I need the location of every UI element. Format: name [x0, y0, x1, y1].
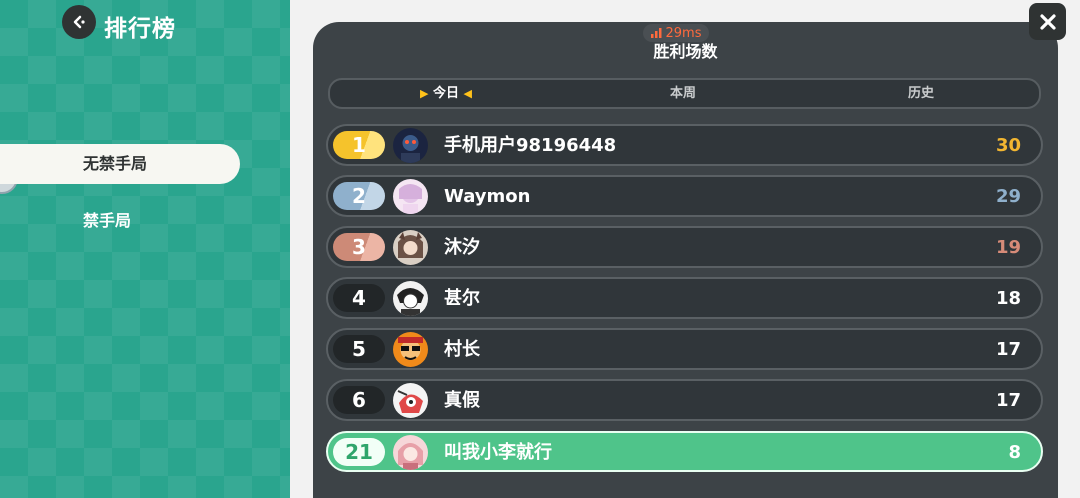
tab-today[interactable]: ▶ 今日 ◀ [420, 80, 472, 107]
avatar [393, 230, 428, 265]
sidebar: 排行榜 22 无禁手局 禁手局 [0, 0, 290, 498]
rank-badge: 6 [333, 386, 385, 414]
player-score: 8 [1008, 442, 1021, 463]
back-button[interactable] [62, 5, 96, 39]
player-score: 30 [995, 135, 1021, 156]
avatar [393, 128, 428, 163]
rank-badge: 21 [333, 438, 385, 466]
avatar [393, 332, 428, 367]
leaderboard-row[interactable]: 6 真假 17 [326, 379, 1043, 421]
player-name: 真假 [444, 390, 480, 411]
leaderboard-row[interactable]: 5 村长 17 [326, 328, 1043, 370]
avatar [393, 281, 428, 316]
player-score: 17 [995, 390, 1021, 411]
rank-badge: 5 [333, 335, 385, 363]
page-title: 排行榜 [104, 16, 176, 42]
avatar [393, 383, 428, 418]
avatar [393, 435, 428, 470]
player-score: 19 [995, 237, 1021, 258]
period-tabs: ▶ 今日 ◀ 本周 历史 [328, 78, 1041, 109]
rank-badge: 4 [333, 284, 385, 312]
rank-badge: 1 [333, 131, 385, 159]
tab-history[interactable]: 历史 [908, 80, 934, 107]
my-rank-row[interactable]: 21 叫我小李就行 8 [326, 431, 1043, 472]
mode-tab-restriction[interactable]: 禁手局 [83, 207, 131, 231]
rank-badge: 3 [333, 233, 385, 261]
player-name: 沐汐 [444, 237, 480, 258]
player-name: Waymon [444, 186, 531, 207]
player-name: 手机用户98196448 [444, 135, 617, 156]
leaderboard-row[interactable]: 4 甚尔 18 [326, 277, 1043, 319]
player-score: 17 [995, 339, 1021, 360]
player-score: 29 [995, 186, 1021, 207]
tab-week[interactable]: 本周 [670, 80, 696, 107]
close-icon [1039, 13, 1056, 30]
leaderboard-row[interactable]: 3 沐汐 19 [326, 226, 1043, 268]
leaderboard-row[interactable]: 1 手机用户98196448 30 [326, 124, 1043, 166]
caret-left-icon: ◀ [463, 87, 473, 100]
back-arrow-icon [73, 15, 85, 29]
leaderboard-row[interactable]: 2 Waymon 29 [326, 175, 1043, 217]
panel-title: 胜利场数 [653, 42, 718, 61]
player-name: 叫我小李就行 [444, 442, 552, 463]
caret-right-icon: ▶ [420, 87, 429, 100]
player-score: 18 [995, 288, 1021, 309]
avatar [393, 179, 428, 214]
close-button[interactable] [1029, 3, 1066, 40]
signal-icon [650, 28, 661, 38]
mode-tab-no-restriction[interactable]: 无禁手局 [0, 144, 240, 184]
player-name: 甚尔 [444, 288, 480, 309]
rank-badge: 2 [333, 182, 385, 210]
player-name: 村长 [444, 339, 480, 360]
